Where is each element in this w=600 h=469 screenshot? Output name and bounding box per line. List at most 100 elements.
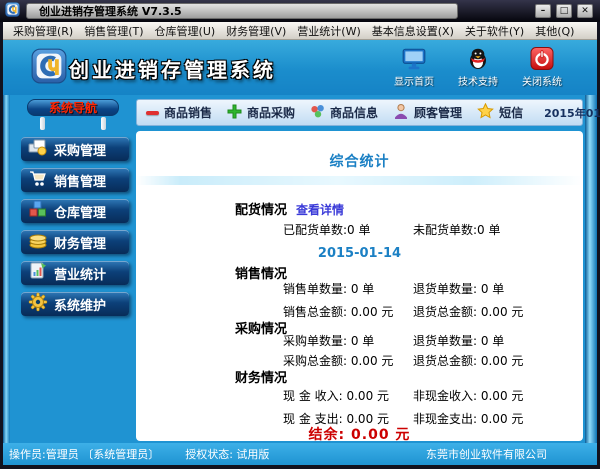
menu-bar: 采购管理(R) 销售管理(T) 仓库管理(U) 财务管理(V) 营业统计(W) … xyxy=(3,22,597,40)
plus-icon xyxy=(227,104,242,122)
menu-item-warehouse[interactable]: 仓库管理(U) xyxy=(155,23,216,39)
distribution-row: 已配货单数:0 单 未配货单数:0 单 xyxy=(283,221,583,238)
section-finance-heading: 财务情况 xyxy=(235,371,288,386)
show-home-label: 显示首页 xyxy=(394,77,434,88)
sms-star-icon xyxy=(477,102,494,122)
title-bar: 创业进销存管理系统 V7.3.5 – □ ✕ xyxy=(0,0,600,22)
menu-item-about[interactable]: 关于软件(Y) xyxy=(465,23,524,39)
stats-chart-icon xyxy=(28,261,48,285)
show-home-button[interactable]: 显示首页 xyxy=(387,45,441,88)
purchase-return-count-value: 退货单数量: 0 单 xyxy=(413,334,505,348)
close-button[interactable]: ✕ xyxy=(577,4,593,18)
purchase-boxes-icon xyxy=(28,137,48,161)
menu-item-purchase[interactable]: 采购管理(R) xyxy=(13,23,73,39)
banner: 创业进销存管理系统 显示首页 技术支持 关闭系统 xyxy=(3,40,597,95)
view-details-link[interactable]: 查看详情 xyxy=(296,203,344,217)
minimize-button[interactable]: – xyxy=(535,4,551,18)
noncash-income-value: 非现金收入: 0.00 元 xyxy=(413,389,524,403)
sidebar-item-label: 财务管理 xyxy=(54,236,107,252)
toolbar: 商品销售 商品采购 商品信息 顾客管理 短信 2015年01 xyxy=(136,99,600,126)
maximize-button[interactable]: □ xyxy=(556,4,572,18)
sidebar-item-finance[interactable]: 财务管理 xyxy=(21,230,129,254)
banner-title: 创业进销存管理系统 xyxy=(69,58,276,82)
close-system-label: 关闭系统 xyxy=(522,77,562,88)
pin-icon xyxy=(101,117,106,130)
cash-income-value: 现 金 收入: 0.00 元 xyxy=(283,389,390,403)
balance-value: 结余: 0.00 元 xyxy=(308,427,411,443)
maintenance-gear-icon xyxy=(28,292,48,316)
warehouse-cubes-icon xyxy=(28,199,48,223)
home-monitor-icon xyxy=(401,45,427,71)
sales-row-1: 销售单数量: 0 单 退货单数量: 0 单 xyxy=(283,280,583,297)
sidebar-item-purchase[interactable]: 采购管理 xyxy=(21,137,129,161)
toolbar-item-sms[interactable]: 短信 xyxy=(477,102,524,122)
banner-actions: 显示首页 技术支持 关闭系统 xyxy=(387,45,569,88)
app-logo-icon xyxy=(5,1,20,21)
toolbar-item-product-purchase[interactable]: 商品采购 xyxy=(227,104,295,122)
sidebar-item-label: 仓库管理 xyxy=(54,205,107,221)
summary-title: 综合统计 xyxy=(329,154,390,170)
section-distribution: 配货情况 查看详情 xyxy=(235,199,583,218)
app-body: 系统导航 采购管理 销售管理 仓库管理 财务管理 营业统计 系统维护 商品销售 … xyxy=(3,95,600,443)
toolbar-item-label: 商品信息 xyxy=(330,106,379,120)
status-license: 授权状态: 试用版 xyxy=(185,448,270,461)
sidebar-item-maintenance[interactable]: 系统维护 xyxy=(21,292,129,316)
finance-coins-icon xyxy=(28,230,48,254)
status-company: 东莞市创业软件有限公司 xyxy=(426,448,547,461)
menu-item-other[interactable]: 其他(Q) xyxy=(535,23,574,39)
menu-item-finance[interactable]: 财务管理(V) xyxy=(226,23,286,39)
app-logo-icon xyxy=(31,48,67,88)
sales-return-total-value: 退货总金额: 0.00 元 xyxy=(413,305,524,319)
summary-date: 2015-01-14 xyxy=(317,246,402,261)
toolbar-item-customer[interactable]: 顾客管理 xyxy=(393,103,462,122)
sidebar-header: 系统导航 xyxy=(27,99,119,116)
sidebar-item-sales[interactable]: 销售管理 xyxy=(21,168,129,192)
finance-row-1: 现 金 收入: 0.00 元 非现金收入: 0.00 元 xyxy=(283,387,583,404)
toolbar-item-label: 商品销售 xyxy=(164,106,213,120)
toolbar-item-product-info[interactable]: 商品信息 xyxy=(310,104,378,122)
minus-icon xyxy=(146,110,159,115)
close-system-button[interactable]: 关闭系统 xyxy=(515,45,569,88)
sidebar-item-label: 销售管理 xyxy=(54,174,107,190)
power-icon xyxy=(530,45,554,71)
section-distribution-heading: 配货情况 xyxy=(235,203,288,218)
menu-item-stats[interactable]: 营业统计(W) xyxy=(297,23,360,39)
customer-icon xyxy=(393,103,409,122)
pin-icon xyxy=(40,117,45,130)
qq-support-icon xyxy=(466,45,490,71)
menu-item-settings[interactable]: 基本信息设置(X) xyxy=(372,23,454,39)
toolbar-datetime: 2015年01月14日 23:57:09 xyxy=(544,106,600,120)
app-window: 创业进销存管理系统 V7.3.5 – □ ✕ 采购管理(R) 销售管理(T) 仓… xyxy=(0,0,600,469)
distribution-pending-value: 未配货单数:0 单 xyxy=(413,223,501,237)
purchase-count-value: 采购单数量: 0 单 xyxy=(283,334,375,348)
sidebar-pins xyxy=(40,117,106,130)
frame-gloss-right xyxy=(585,95,597,443)
toolbar-item-product-sale[interactable]: 商品销售 xyxy=(146,104,212,121)
summary-panel: 综合统计 配货情况 查看详情 已配货单数:0 单 未配货单数:0 单 2015-01… xyxy=(136,131,583,443)
toolbar-item-label: 顾客管理 xyxy=(414,106,463,120)
sales-return-count-value: 退货单数量: 0 单 xyxy=(413,282,505,296)
purchase-row-1: 采购单数量: 0 单 退货单数量: 0 单 xyxy=(283,332,583,349)
frame-gloss-left xyxy=(3,95,10,443)
window-title-text: 创业进销存管理系统 V7.3.5 xyxy=(39,5,182,18)
sidebar-item-stats[interactable]: 营业统计 xyxy=(21,261,129,285)
products-balls-icon xyxy=(310,104,325,122)
status-bar: 操作员:管理员 〔系统管理员〕 授权状态: 试用版 东莞市创业软件有限公司 xyxy=(3,443,597,465)
window-title: 创业进销存管理系统 V7.3.5 xyxy=(26,3,458,19)
sales-count-value: 销售单数量: 0 单 xyxy=(283,282,375,296)
tech-support-button[interactable]: 技术支持 xyxy=(451,45,505,88)
window-controls: – □ ✕ xyxy=(535,4,593,18)
sidebar-item-label: 营业统计 xyxy=(54,267,107,283)
sales-cart-icon xyxy=(28,168,48,192)
status-operator: 操作员:管理员 〔系统管理员〕 xyxy=(9,448,160,461)
sidebar-item-label: 采购管理 xyxy=(54,143,107,159)
toolbar-item-label: 商品采购 xyxy=(247,106,296,120)
sidebar-item-label: 系统维护 xyxy=(54,298,107,314)
toolbar-item-label: 短信 xyxy=(499,106,524,120)
menu-item-sales[interactable]: 销售管理(T) xyxy=(84,23,143,39)
distribution-done-value: 已配货单数:0 单 xyxy=(283,223,371,237)
sidebar: 系统导航 采购管理 销售管理 仓库管理 财务管理 营业统计 系统维护 xyxy=(11,98,135,438)
purchase-return-total-value: 退货总金额: 0.00 元 xyxy=(413,354,524,368)
sidebar-item-warehouse[interactable]: 仓库管理 xyxy=(21,199,129,223)
divider xyxy=(136,176,583,185)
